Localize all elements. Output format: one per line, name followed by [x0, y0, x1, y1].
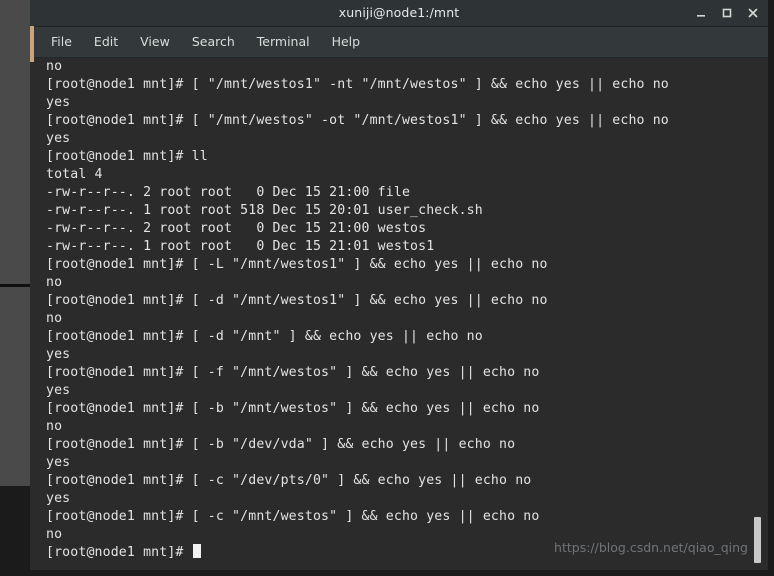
background-window-bottom — [0, 486, 30, 576]
terminal-line: [root@node1 mnt]# [ -d "/mnt" ] && echo … — [46, 329, 483, 344]
desktop-right-strip — [768, 0, 774, 576]
terminal-line: yes — [46, 491, 71, 506]
terminal-scrollbar-thumb[interactable] — [754, 517, 761, 563]
desktop-bottom-strip — [30, 570, 774, 576]
menu-item-search[interactable]: Search — [181, 27, 246, 57]
terminal-line: -rw-r--r--. 2 root root 0 Dec 15 21:00 f… — [46, 185, 411, 200]
terminal-window: xuniji@node1:/mnt File Edit View Search … — [30, 0, 774, 570]
menu-item-help[interactable]: Help — [321, 27, 372, 57]
minimize-button[interactable] — [688, 0, 714, 26]
terminal-line: yes — [46, 95, 71, 110]
window-controls — [688, 0, 774, 26]
terminal-line: [root@node1 mnt]# [ -b "/dev/vda" ] && e… — [46, 437, 516, 452]
menu-item-edit[interactable]: Edit — [83, 27, 129, 57]
terminal-line: -rw-r--r--. 2 root root 0 Dec 15 21:00 w… — [46, 221, 427, 236]
terminal-line: no — [46, 275, 63, 290]
terminal-screen[interactable]: no [root@node1 mnt]# [ "/mnt/westos1" -nt… — [46, 58, 748, 570]
terminal-line: no — [46, 419, 63, 434]
terminal-line: [root@node1 mnt]# ll — [46, 149, 208, 164]
background-window-middle — [0, 287, 30, 486]
menu-item-file[interactable]: File — [40, 27, 83, 57]
maximize-icon — [722, 8, 732, 18]
title-bar[interactable]: xuniji@node1:/mnt — [30, 0, 774, 27]
terminal-line: [root@node1 mnt]# [ "/mnt/westos" -ot "/… — [46, 113, 669, 128]
terminal-line: -rw-r--r--. 1 root root 0 Dec 15 21:01 w… — [46, 239, 435, 254]
terminal-line: no — [46, 527, 63, 542]
background-window-top — [0, 0, 30, 284]
desktop-background: xuniji@node1:/mnt File Edit View Search … — [0, 0, 774, 576]
terminal-line: [root@node1 mnt]# [ -c "/dev/pts/0" ] &&… — [46, 473, 532, 488]
menu-bar: File Edit View Search Terminal Help — [30, 27, 774, 58]
terminal-line: total 4 — [46, 167, 103, 182]
terminal-line: yes — [46, 347, 71, 362]
terminal-scrollbar[interactable] — [752, 58, 762, 570]
window-accent-strip — [30, 26, 34, 62]
terminal-line: no — [46, 311, 63, 326]
terminal-line: [root@node1 mnt]# [ -f "/mnt/westos" ] &… — [46, 365, 540, 380]
terminal-line: [root@node1 mnt]# [ -d "/mnt/westos1" ] … — [46, 293, 548, 308]
terminal-line: yes — [46, 383, 71, 398]
terminal-prompt-line[interactable]: [root@node1 mnt]# — [46, 544, 748, 562]
terminal-prompt: [root@node1 mnt]# — [46, 545, 192, 560]
terminal-cursor — [192, 544, 201, 558]
terminal-line: [root@node1 mnt]# [ -b "/mnt/westos" ] &… — [46, 401, 540, 416]
menu-item-view[interactable]: View — [129, 27, 181, 57]
terminal-line: yes — [46, 455, 71, 470]
close-button[interactable] — [740, 0, 766, 26]
minimize-icon — [697, 15, 705, 17]
menu-item-terminal[interactable]: Terminal — [246, 27, 321, 57]
terminal-line: [root@node1 mnt]# [ -c "/mnt/westos" ] &… — [46, 509, 540, 524]
maximize-button[interactable] — [714, 0, 740, 26]
terminal-line: [root@node1 mnt]# [ "/mnt/westos1" -nt "… — [46, 77, 669, 92]
window-title: xuniji@node1:/mnt — [338, 5, 460, 20]
terminal-line: yes — [46, 131, 71, 146]
terminal-line: no — [46, 59, 63, 74]
terminal-line: [root@node1 mnt]# [ -L "/mnt/westos1" ] … — [46, 257, 548, 272]
close-icon — [748, 8, 758, 18]
terminal-line: -rw-r--r--. 1 root root 518 Dec 15 20:01… — [46, 203, 483, 218]
terminal-body[interactable]: no [root@node1 mnt]# [ "/mnt/westos1" -nt… — [30, 58, 774, 570]
